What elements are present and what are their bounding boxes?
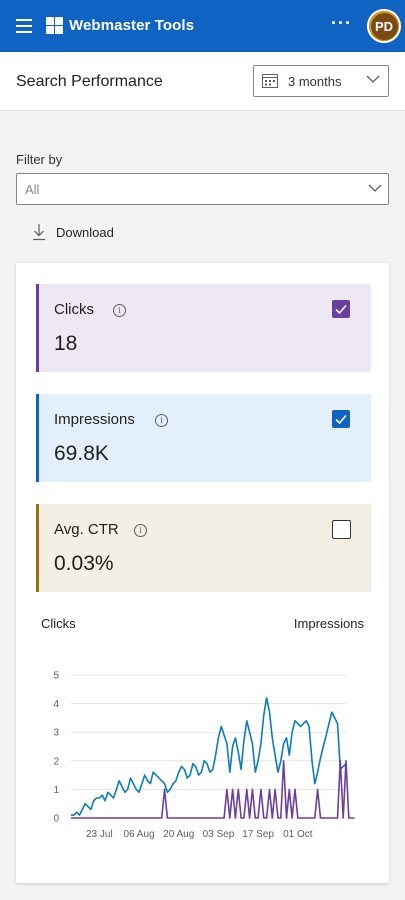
y-tick-label: 2 <box>53 756 59 767</box>
calendar-icon <box>262 74 278 88</box>
avg-ctr-checkbox[interactable] <box>332 520 351 539</box>
avatar-initials: PD <box>370 12 398 40</box>
metric-value: 0.03% <box>54 552 114 575</box>
filter-value: All <box>25 182 40 197</box>
x-tick-label: 03 Sep <box>203 829 235 840</box>
performance-card: Clicks i 18 Impressions i 69.8K Avg. CTR… <box>16 263 389 883</box>
x-tick-label: 23 Jul <box>86 829 113 840</box>
date-range-value: 3 months <box>288 74 342 89</box>
chevron-down-icon <box>368 184 382 192</box>
info-icon[interactable]: i <box>134 524 147 537</box>
series-line-impressions <box>71 697 347 816</box>
page-title: Search Performance <box>16 73 163 90</box>
download-icon <box>33 224 45 241</box>
clicks-checkbox[interactable] <box>332 300 350 318</box>
filter-label: Filter by <box>16 152 63 167</box>
left-axis-title: Clicks <box>41 616 76 631</box>
y-tick-label: 3 <box>53 728 59 739</box>
windows-logo-icon[interactable] <box>46 17 63 34</box>
metric-tile-clicks[interactable]: Clicks i 18 <box>36 284 371 372</box>
date-range-dropdown[interactable]: 3 months <box>253 65 389 97</box>
metric-label: Impressions <box>54 411 135 428</box>
app-title[interactable]: Webmaster Tools <box>69 17 194 34</box>
x-tick-label: 20 Aug <box>163 829 194 840</box>
hamburger-menu-icon[interactable] <box>16 19 32 33</box>
metric-label: Avg. CTR <box>54 521 119 538</box>
top-bar: Webmaster Tools ··· PD <box>0 0 405 52</box>
chevron-down-icon <box>366 75 380 83</box>
y-tick-label: 4 <box>53 699 59 710</box>
avatar[interactable]: PD <box>367 9 401 43</box>
metric-value: 69.8K <box>54 442 109 465</box>
filter-dropdown[interactable]: All <box>16 173 389 205</box>
y-tick-label: 0 <box>53 814 59 825</box>
download-button[interactable]: Download <box>32 223 114 241</box>
x-tick-label: 06 Aug <box>123 829 154 840</box>
metric-tile-impressions[interactable]: Impressions i 69.8K <box>36 394 371 482</box>
y-tick-label: 5 <box>53 671 59 682</box>
download-label: Download <box>56 224 114 240</box>
impressions-checkbox[interactable] <box>332 410 350 428</box>
page-header: Search Performance 3 months <box>0 52 405 111</box>
checkmark-icon <box>335 414 347 425</box>
x-tick-label: 17 Sep <box>242 829 274 840</box>
checkmark-icon <box>335 304 347 315</box>
info-icon[interactable]: i <box>113 304 126 317</box>
performance-chart: 0 1 2 3 4 5 23 Jul 06 Aug 20 Aug 03 Sep 17 Sep 01 O… <box>53 671 355 840</box>
metric-value: 18 <box>54 332 78 355</box>
metric-label: Clicks <box>54 301 94 318</box>
y-tick-label: 1 <box>53 785 59 796</box>
right-axis-title: Impressions <box>293 616 364 631</box>
info-icon[interactable]: i <box>155 414 168 427</box>
metric-tile-avg-ctr[interactable]: Avg. CTR i 0.03% <box>36 504 371 592</box>
more-options-icon[interactable]: ··· <box>331 13 352 34</box>
x-tick-label: 01 Oct <box>283 829 313 840</box>
